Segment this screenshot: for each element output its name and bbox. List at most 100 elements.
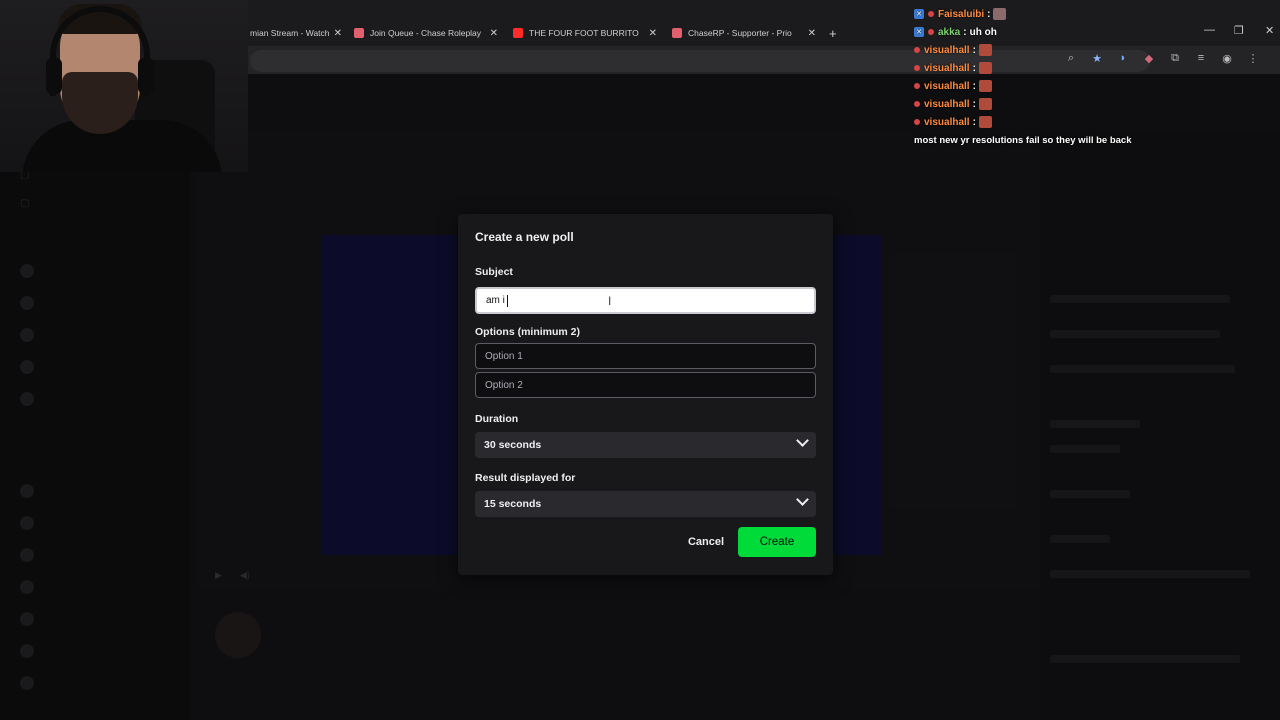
avatar xyxy=(20,392,34,406)
sidebar-item[interactable] xyxy=(20,484,34,498)
sidebar-item[interactable] xyxy=(20,644,34,658)
browser-tab-2[interactable]: Join Queue - Chase Roleplay ✕ xyxy=(354,22,498,44)
puzzle-icon[interactable]: ⧉ xyxy=(1168,52,1182,65)
extension-icon[interactable]: ◆ xyxy=(1142,52,1156,65)
cancel-button[interactable]: Cancel xyxy=(680,528,732,556)
play-icon[interactable]: ▶ xyxy=(215,570,222,581)
emote-icon xyxy=(978,80,992,92)
emote-icon xyxy=(978,62,992,74)
status-dot-icon xyxy=(914,65,920,71)
sidebar-item[interactable] xyxy=(20,296,34,310)
browser-tab-1[interactable]: mian Stream - Watch ✕ xyxy=(250,22,342,44)
streamer-torso xyxy=(22,120,222,172)
status-dot-icon xyxy=(914,119,920,125)
emote-icon xyxy=(978,116,992,128)
profile-icon[interactable]: ◉ xyxy=(1220,52,1234,65)
chat-message xyxy=(1050,535,1110,543)
avatar xyxy=(20,580,34,594)
bookmark-star-icon[interactable]: ★ xyxy=(1090,52,1104,65)
tab-favicon-icon xyxy=(672,28,682,38)
headset-cup xyxy=(138,58,154,94)
sidebar-item[interactable] xyxy=(20,612,34,626)
overlay-chat-line: visualhall : xyxy=(914,114,992,130)
chat-message-text: uh oh xyxy=(969,26,997,38)
sidebar-item[interactable] xyxy=(20,392,34,406)
result-value: 15 seconds xyxy=(484,498,542,510)
avatar xyxy=(20,548,34,562)
chat-username: akka xyxy=(938,26,961,38)
overlay-chat-line: visualhall : xyxy=(914,78,992,94)
sidebar-item[interactable] xyxy=(20,360,34,374)
extension-icon[interactable]: ◗ xyxy=(1116,52,1130,65)
minimize-icon[interactable]: — xyxy=(1204,24,1215,36)
create-button[interactable]: Create xyxy=(738,527,816,557)
prime-badge-icon: ✕ xyxy=(914,9,924,19)
avatar xyxy=(20,296,34,310)
emote-icon xyxy=(993,8,1007,20)
sidebar-item[interactable] xyxy=(20,328,34,342)
avatar xyxy=(20,612,34,626)
tab-title: Join Queue - Chase Roleplay xyxy=(370,28,482,38)
volume-icon[interactable]: ◀) xyxy=(240,570,250,581)
close-icon[interactable]: ✕ xyxy=(334,28,342,39)
browser-tab-4[interactable]: ChaseRP - Supporter - Prio ✕ xyxy=(672,22,816,44)
duration-label: Duration xyxy=(475,413,519,425)
result-select[interactable]: 15 seconds xyxy=(475,491,816,517)
tab-favicon-icon xyxy=(354,28,364,38)
chat-message xyxy=(1050,365,1235,373)
window-close-icon[interactable]: ✕ xyxy=(1265,24,1274,37)
close-icon[interactable]: ✕ xyxy=(490,28,498,39)
video-controls: ▶ ◀) xyxy=(215,570,250,581)
chat-input[interactable] xyxy=(1050,655,1240,663)
avatar xyxy=(20,264,34,278)
sidebar-item[interactable] xyxy=(20,264,34,278)
duration-value: 30 seconds xyxy=(484,439,542,451)
avatar[interactable] xyxy=(215,612,261,658)
overlay-chat-line: visualhall : xyxy=(914,60,992,76)
chat-username: Faisaluibi xyxy=(938,8,985,20)
text-caret xyxy=(506,294,508,307)
option-2-input[interactable]: Option 2 xyxy=(475,372,816,398)
avatar xyxy=(20,516,34,530)
new-tab-button[interactable]: + xyxy=(829,22,843,44)
prime-badge-icon: ✕ xyxy=(914,27,924,37)
close-icon[interactable]: ✕ xyxy=(649,28,657,39)
options-label: Options (minimum 2) xyxy=(475,326,580,338)
tab-title: ChaseRP - Supporter - Prio xyxy=(688,28,792,38)
chat-separator: : xyxy=(972,98,976,110)
webcam-overlay xyxy=(0,0,248,172)
avatar xyxy=(20,360,34,374)
chat-message xyxy=(1050,420,1140,428)
menu-icon[interactable]: ⋮ xyxy=(1246,52,1260,65)
sidebar-item[interactable] xyxy=(20,580,34,594)
chat-username: visualhall xyxy=(924,80,970,92)
browser-tab-3[interactable]: THE FOUR FOOT BURRITO CHA ✕ xyxy=(513,22,657,44)
duration-select[interactable]: 30 seconds xyxy=(475,432,816,458)
chat-message xyxy=(1050,490,1130,498)
zoom-icon[interactable]: ⌕ xyxy=(1064,52,1078,65)
sidebar-item[interactable] xyxy=(20,516,34,530)
headset-cup xyxy=(46,58,62,94)
tab-title: mian Stream - Watch xyxy=(250,28,330,38)
close-icon[interactable]: ✕ xyxy=(808,28,816,39)
avatar xyxy=(20,484,34,498)
subject-label: Subject xyxy=(475,266,513,278)
subject-input[interactable]: am i xyxy=(475,287,816,314)
emote-icon xyxy=(978,44,992,56)
overlay-chat-line: most new yr resolutions fail so they wil… xyxy=(914,132,1132,148)
chat-username: visualhall xyxy=(924,116,970,128)
tab-title: THE FOUR FOOT BURRITO CHA xyxy=(529,28,641,38)
chevron-down-icon xyxy=(796,493,809,506)
sidebar-item[interactable] xyxy=(20,676,34,690)
media-icon[interactable]: ≡ xyxy=(1194,52,1208,65)
headset-icon xyxy=(50,6,150,96)
chat-separator: : xyxy=(972,116,976,128)
emote-icon xyxy=(978,98,992,110)
address-bar[interactable] xyxy=(250,50,1150,72)
status-dot-icon xyxy=(914,47,920,53)
sidebar-item[interactable] xyxy=(20,548,34,562)
option-1-input[interactable]: Option 1 xyxy=(475,343,816,369)
browser-toolbar-icons: ⌕ ★ ◗ ◆ ⧉ ≡ ◉ ⋮ xyxy=(1064,52,1260,65)
text-cursor-icon: I xyxy=(608,294,612,308)
restore-icon[interactable]: ❐ xyxy=(1234,24,1244,37)
